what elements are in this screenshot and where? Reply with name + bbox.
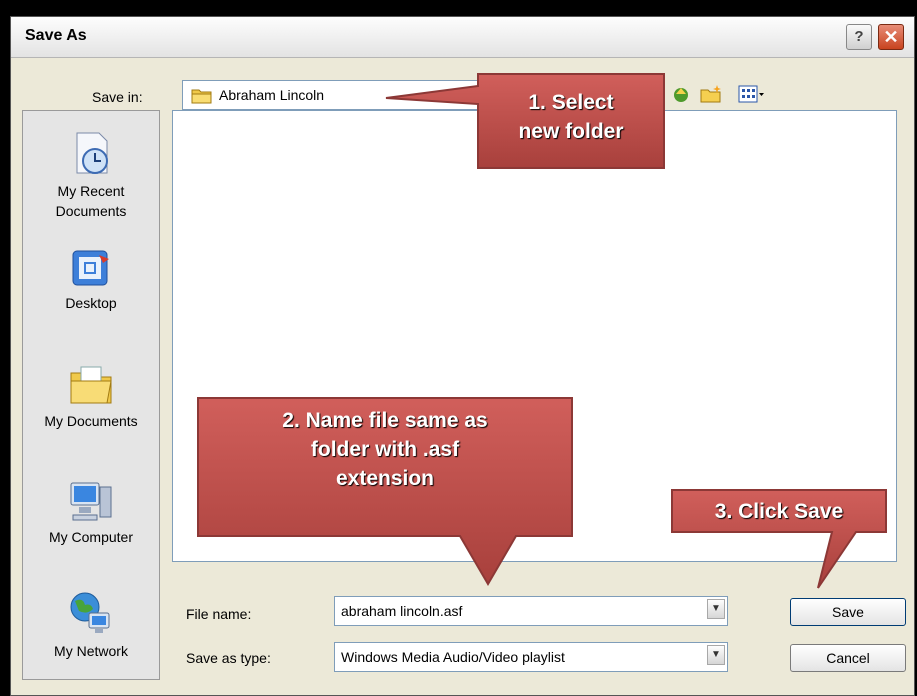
callout-line: 2. Name file same as bbox=[282, 409, 488, 432]
callout-line: 1. Select bbox=[528, 91, 614, 114]
callout-line: extension bbox=[335, 467, 435, 490]
callout-line: new folder bbox=[518, 120, 624, 143]
callout-overlay bbox=[197, 73, 887, 589]
callout-line: 3. Click Save bbox=[714, 500, 844, 523]
callout-line: folder with .asf bbox=[310, 438, 460, 461]
callout-step2: 2. Name file same as folder with .asf ex… bbox=[198, 406, 572, 493]
callout-step3: 3. Click Save bbox=[672, 497, 886, 526]
callout-step1: 1. Select new folder bbox=[478, 88, 664, 146]
